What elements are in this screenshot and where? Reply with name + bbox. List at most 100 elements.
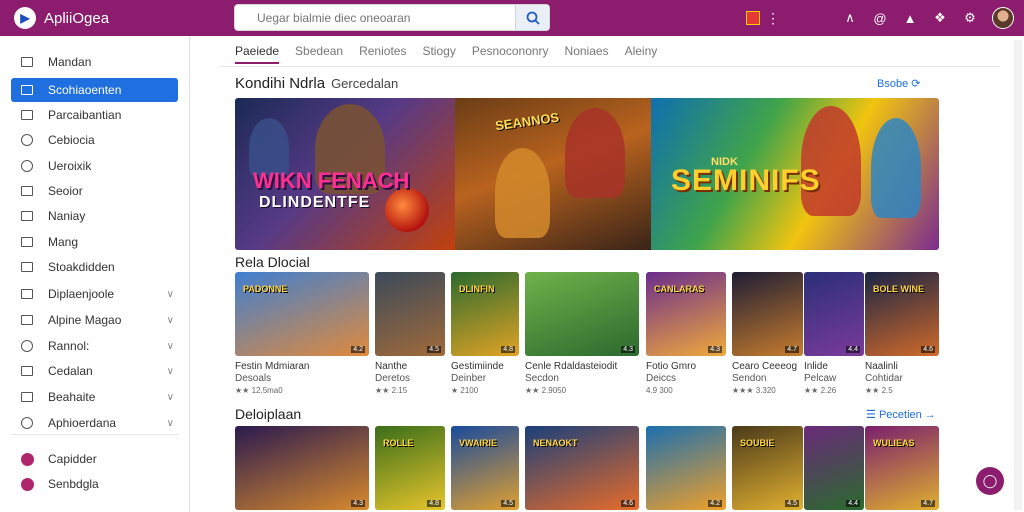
circle-icon bbox=[20, 159, 34, 173]
bell-icon[interactable]: ▲ bbox=[900, 8, 920, 28]
sidebar-item-label: Seoior bbox=[48, 184, 83, 198]
puzzle-icon[interactable]: ❖ bbox=[930, 8, 950, 28]
sidebar-item[interactable]: Cedalan ∨ bbox=[11, 359, 178, 383]
banner-subtitle-1: DLINDENTFE bbox=[259, 194, 371, 211]
tab[interactable]: Aleiny bbox=[625, 44, 658, 64]
game-card[interactable]: 4.3 bbox=[525, 272, 639, 356]
search-input[interactable] bbox=[235, 5, 515, 30]
chevron-down-icon[interactable]: ∨ bbox=[167, 418, 174, 429]
tab[interactable]: Pesnocononry bbox=[472, 44, 549, 64]
game-card[interactable]: 4.3 bbox=[235, 426, 369, 510]
sidebar-item[interactable]: Alpine Magao ∨ bbox=[11, 308, 178, 332]
chevron-down-icon[interactable]: ∨ bbox=[167, 392, 174, 403]
featured-subtitle: Gercedalan bbox=[331, 76, 399, 91]
tab[interactable]: Sbedean bbox=[295, 44, 343, 64]
game-card[interactable]: CANLARAS 4.3 bbox=[646, 272, 726, 356]
rating-badge: 4.8 bbox=[427, 500, 441, 507]
grid-icon bbox=[20, 260, 34, 274]
sidebar-item[interactable]: Cebiocia bbox=[11, 128, 178, 152]
sidebar-item[interactable]: Parcaibantian bbox=[11, 103, 178, 127]
sidebar-item-label: Naniay bbox=[48, 209, 86, 223]
game-card[interactable]: VWAIRIE 4.5 bbox=[451, 426, 519, 510]
sidebar-item[interactable]: Stoakdidden bbox=[11, 255, 178, 279]
section-3-link[interactable]: ☰ Pecetien → bbox=[866, 408, 936, 421]
sidebar-item[interactable]: Ueroixik bbox=[11, 154, 178, 178]
card-art-title: PADONNE bbox=[243, 284, 288, 294]
tab[interactable]: Stiogy bbox=[422, 44, 455, 64]
app-logo[interactable]: ▶ ApliiOgea bbox=[14, 7, 214, 29]
game-card[interactable]: SOUBIE 4.5 bbox=[732, 426, 803, 510]
sidebar-item[interactable]: Seoior bbox=[11, 179, 178, 203]
card-art-title: BOLE WINE bbox=[873, 284, 924, 294]
more-icon[interactable]: ⋮ bbox=[766, 10, 780, 27]
card-title[interactable]: Gestimiinde bbox=[451, 361, 504, 372]
game-card[interactable]: BOLE WINE 4.6 bbox=[865, 272, 939, 356]
tab[interactable]: Reniotes bbox=[359, 44, 406, 64]
rating-badge: 4.6 bbox=[921, 346, 935, 353]
chevron-down-icon[interactable]: ∨ bbox=[167, 315, 174, 326]
card-title[interactable]: Fotio Gmro bbox=[646, 361, 696, 372]
card-title[interactable]: Cenle Rdaldasteiodit bbox=[525, 361, 617, 372]
character-art bbox=[565, 108, 625, 198]
page-scrollbar[interactable] bbox=[1014, 40, 1022, 510]
game-card[interactable]: ROLLE 4.8 bbox=[375, 426, 445, 510]
game-card[interactable]: 4.4 bbox=[804, 426, 864, 510]
at-icon[interactable]: @ bbox=[870, 8, 890, 28]
game-card[interactable]: 4.7 bbox=[732, 272, 803, 356]
sidebar-item[interactable]: Senbdgla bbox=[11, 472, 178, 496]
tab[interactable]: Paeiede bbox=[235, 44, 280, 64]
game-card[interactable]: 4.5 bbox=[375, 272, 445, 356]
banner-subtitle-3: SEMINIFS bbox=[671, 164, 821, 197]
sidebar-item[interactable]: Aphioerdana ∨ bbox=[11, 411, 178, 435]
search-button[interactable] bbox=[515, 5, 549, 30]
sidebar-item[interactable]: Beahaite ∨ bbox=[11, 385, 178, 409]
card-art-title: WULIEAS bbox=[873, 438, 915, 448]
sidebar-item[interactable]: Mandan bbox=[11, 50, 178, 74]
sidebar-item[interactable]: Rannol: ∨ bbox=[11, 334, 178, 358]
sidebar-item[interactable]: Mang bbox=[11, 230, 178, 254]
sidebar-divider bbox=[11, 434, 178, 435]
section-2-title: Rela Dlocial bbox=[235, 254, 310, 270]
chat-button[interactable]: ◯ bbox=[976, 467, 1004, 495]
sidebar-item[interactable]: Diplaenjoole ∨ bbox=[11, 282, 178, 306]
card-title[interactable]: Festin Mdmiaran bbox=[235, 361, 309, 372]
sidebar-item[interactable]: Capidder bbox=[11, 447, 178, 471]
card-title[interactable]: Nanthe bbox=[375, 361, 407, 372]
chevron-down-icon[interactable]: ∨ bbox=[167, 341, 174, 352]
rating-badge: 4.5 bbox=[785, 500, 799, 507]
card-genre: Desoals bbox=[235, 373, 272, 384]
sidebar-item-label: Diplaenjoole bbox=[48, 287, 115, 301]
sidebar-item[interactable]: Scohiaoenten bbox=[11, 78, 178, 102]
game-card[interactable]: 4.2 bbox=[646, 426, 726, 510]
chevron-down-icon[interactable]: ∨ bbox=[167, 366, 174, 377]
card-title[interactable]: Naalinli bbox=[865, 361, 898, 372]
game-card[interactable]: WULIEAS 4.7 bbox=[865, 426, 939, 510]
game-card[interactable]: DLINFIN 4.8 bbox=[451, 272, 519, 356]
rating-badge: 4.5 bbox=[501, 500, 515, 507]
banner-panel-2[interactable]: SEANNOS bbox=[455, 98, 651, 250]
chevron-down-icon[interactable]: ∨ bbox=[167, 289, 174, 300]
tab[interactable]: Noniaes bbox=[565, 44, 609, 64]
flag-icon[interactable] bbox=[746, 11, 760, 25]
banner-panel-1[interactable]: WIKN FENACH DLINDENTFE bbox=[235, 98, 455, 250]
featured-link[interactable]: Bsobe ⟳ bbox=[877, 77, 920, 90]
grid-icon bbox=[20, 184, 34, 198]
game-card[interactable]: NENAOKT 4.6 bbox=[525, 426, 639, 510]
card-title[interactable]: Inlide bbox=[804, 361, 828, 372]
avatar[interactable] bbox=[992, 7, 1014, 29]
pink-icon bbox=[20, 477, 34, 491]
sidebar-item[interactable]: Naniay bbox=[11, 204, 178, 228]
settings-icon[interactable]: ⚙ bbox=[960, 8, 980, 28]
game-card[interactable]: PADONNE 4.2 bbox=[235, 272, 369, 356]
card-genre: Deinber bbox=[451, 373, 487, 384]
top-bar: ▶ ApliiOgea ⋮ ∧ @ ▲ ❖ ⚙ bbox=[0, 0, 1024, 36]
banner-panel-3[interactable]: NIDK SEMINIFS bbox=[651, 98, 939, 250]
chevron-up-icon[interactable]: ∧ bbox=[840, 8, 860, 28]
featured-banner[interactable]: WIKN FENACH DLINDENTFE SEANNOS NIDK SEMI… bbox=[235, 98, 939, 250]
game-card[interactable]: 4.4 bbox=[804, 272, 864, 356]
grid-icon bbox=[20, 390, 34, 404]
rating-badge: 4.3 bbox=[708, 346, 722, 353]
grid-icon bbox=[20, 313, 34, 327]
card-title[interactable]: Cearo Ceeeog bbox=[732, 361, 797, 372]
card-genre: Pelcaw bbox=[804, 373, 837, 384]
